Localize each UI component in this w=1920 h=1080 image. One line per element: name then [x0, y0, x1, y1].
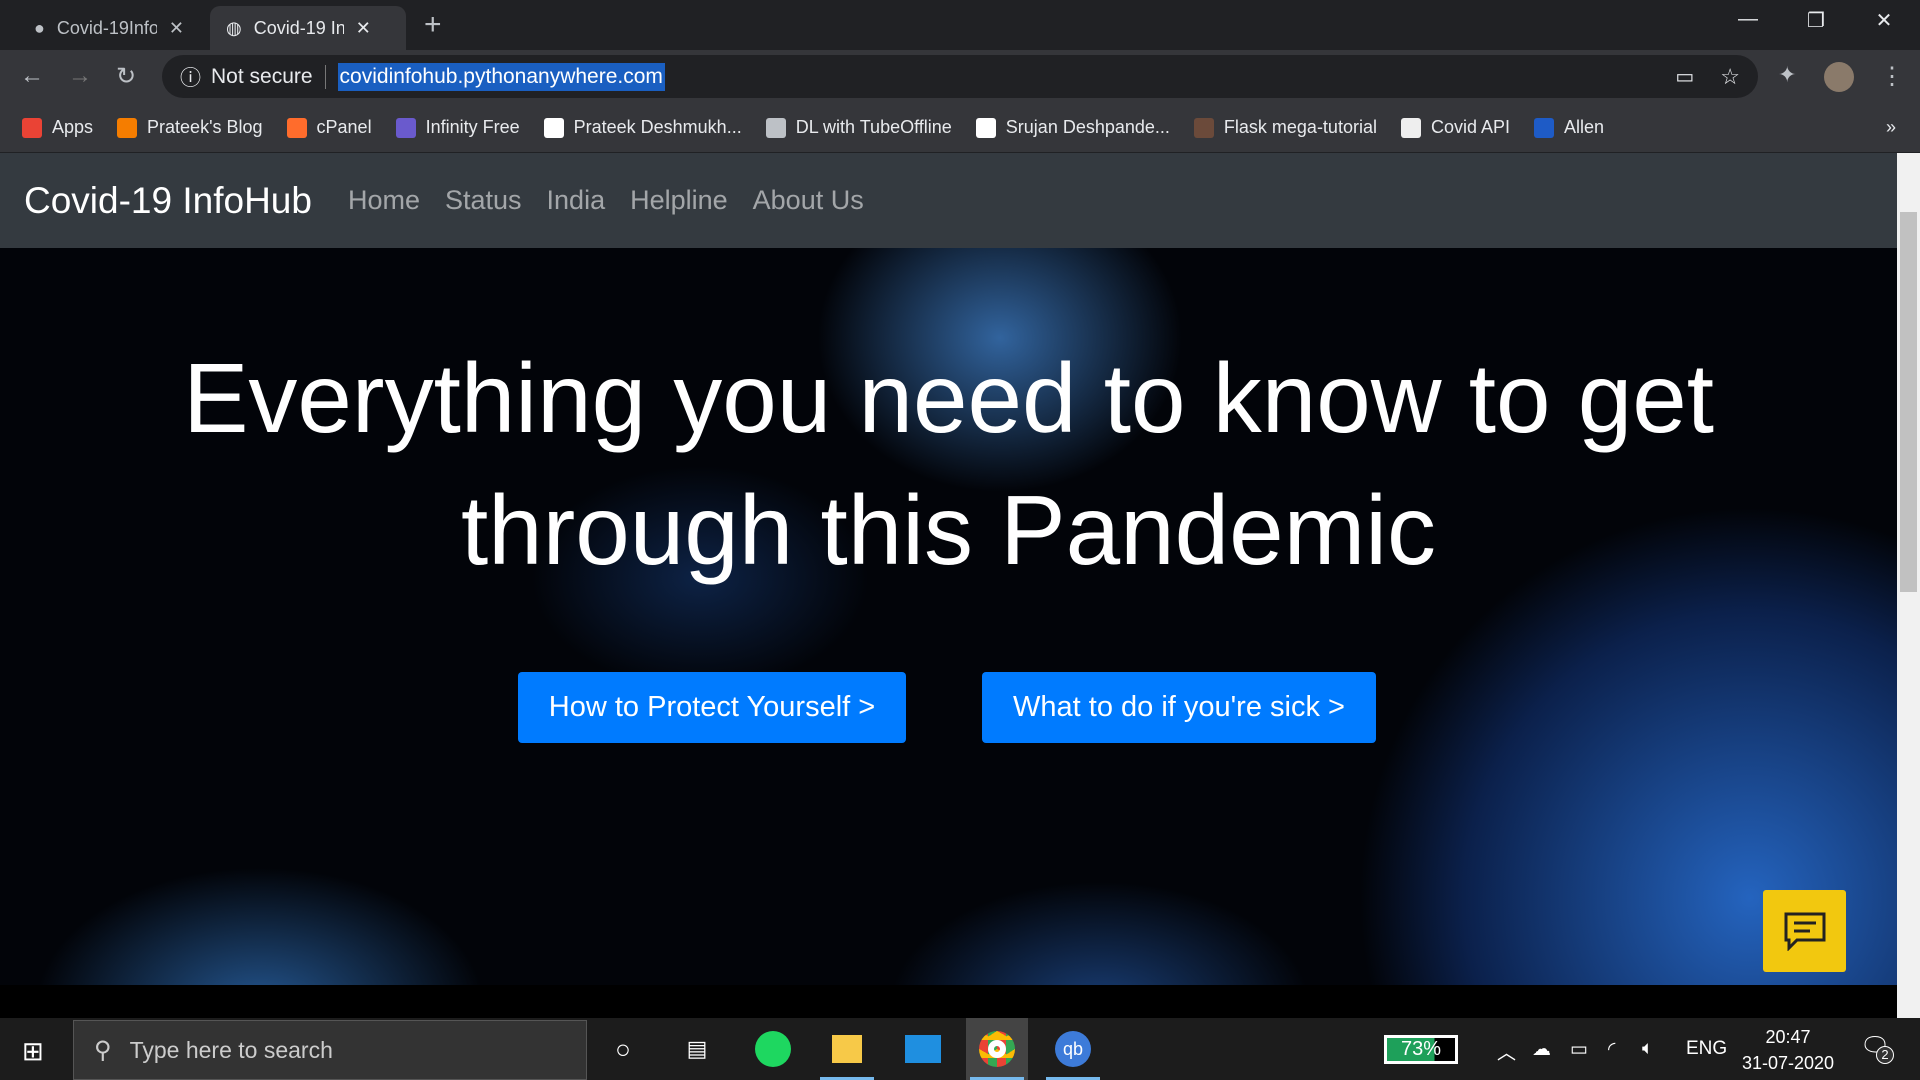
chat-icon — [1784, 912, 1825, 951]
security-label[interactable]: Not secure — [211, 65, 313, 89]
windows-taskbar: ⊞ ⚲ Type here to search ○ ▤ qb 73% ︿ ☁ ▭… — [0, 1018, 1920, 1080]
back-icon[interactable]: ← — [20, 62, 44, 90]
nav-about-us[interactable]: About Us — [753, 185, 864, 216]
wifi-icon[interactable]: ◜ — [1608, 1038, 1615, 1061]
bookmark-apps[interactable]: Apps — [22, 117, 93, 138]
clock[interactable]: 20:47 31-07-2020 — [1738, 1024, 1838, 1076]
nav-helpline[interactable]: Helpline — [630, 185, 728, 216]
tab-covid-infohub[interactable]: ◍ Covid-19 InfoHub ✕ — [210, 6, 406, 50]
tab-github[interactable]: ● Covid-19InfoHub ✕ — [18, 6, 200, 50]
browser-toolbar: ← → ↻ ⓘ Not secure covidinfohub.pythonan… — [0, 50, 1920, 103]
bookmark-label: Flask mega-tutorial — [1223, 117, 1377, 137]
nav-home[interactable]: Home — [348, 185, 420, 216]
bookmark-flask-mega-tutorial[interactable]: Flask mega-tutorial — [1193, 117, 1377, 138]
qbittorrent-icon[interactable]: qb — [1042, 1018, 1104, 1080]
more-bookmarks-icon[interactable]: » — [1886, 117, 1896, 138]
allen-icon — [1534, 117, 1555, 138]
close-tab-icon[interactable]: ✕ — [356, 18, 371, 39]
cube-icon — [1400, 117, 1421, 138]
language-indicator[interactable]: ENG — [1686, 1038, 1727, 1060]
battery-percent: 73% — [1400, 1038, 1442, 1060]
forward-icon[interactable]: → — [68, 62, 92, 90]
globe-icon — [765, 117, 786, 138]
extensions-icon[interactable]: ✦ — [1778, 62, 1796, 88]
show-hidden-icons[interactable]: ︿ — [1497, 1038, 1516, 1065]
battery-indicator[interactable]: 73% — [1384, 1035, 1458, 1064]
cast-icon[interactable]: ▭ — [1675, 64, 1694, 89]
minimize-button[interactable]: — — [1718, 8, 1778, 31]
bookmark-prateek-deshmukh[interactable]: Prateek Deshmukh... — [543, 117, 742, 138]
bookmark-allen[interactable]: Allen — [1534, 117, 1604, 138]
nav-india[interactable]: India — [547, 185, 606, 216]
bookmark-label: Infinity Free — [425, 117, 520, 137]
cortana-icon[interactable]: ○ — [592, 1028, 654, 1070]
profile-avatar[interactable] — [1824, 62, 1854, 92]
divider — [324, 64, 326, 89]
bookmark-label: Prateek's Blog — [147, 117, 263, 137]
close-window-button[interactable]: ✕ — [1854, 8, 1914, 33]
if-sick-button[interactable]: What to do if you're sick > — [982, 672, 1376, 743]
bookmark-infinity-free[interactable]: Infinity Free — [395, 117, 520, 138]
search-placeholder: Type here to search — [129, 1036, 333, 1063]
bookmark-prateek-s-blog[interactable]: Prateek's Blog — [117, 117, 263, 138]
scrollbar-thumb[interactable] — [1900, 212, 1917, 592]
codepen-icon — [975, 117, 996, 138]
date: 31-07-2020 — [1741, 1053, 1835, 1073]
bookmark-label: Apps — [52, 117, 94, 137]
notification-count: 2 — [1876, 1046, 1894, 1064]
windows-start-icon[interactable]: ⊞ — [22, 1036, 44, 1067]
action-center-icon[interactable]: 🗨︎ 2 — [1860, 1032, 1894, 1064]
apps-grid-icon — [22, 117, 42, 138]
bookmarks-bar: Apps Prateek's Blog cPanel Infinity Free Pra… — [0, 103, 1920, 153]
headline-line-1: Everything you need to know to get — [183, 343, 1714, 453]
bookmark-dl-with-tubeoffline[interactable]: DL with TubeOffline — [765, 117, 952, 138]
close-tab-icon[interactable]: ✕ — [169, 18, 184, 39]
chrome-icon[interactable] — [966, 1018, 1028, 1080]
file-explorer-icon[interactable] — [816, 1018, 878, 1080]
search-icon: ⚲ — [94, 1036, 112, 1064]
restore-button[interactable]: ❐ — [1786, 8, 1846, 33]
nav-status[interactable]: Status — [445, 185, 522, 216]
reload-icon[interactable]: ↻ — [116, 62, 136, 91]
hero-section: Everything you need to know to get throu… — [0, 248, 1897, 985]
headline-line-2: through this Pandemic — [460, 475, 1437, 585]
bookmark-srujan-deshpande[interactable]: Srujan Deshpande... — [975, 117, 1170, 138]
bookmark-label: Prateek Deshmukh... — [573, 117, 742, 137]
battery-icon[interactable]: ▭ — [1570, 1038, 1588, 1061]
cpanel-icon — [286, 117, 307, 138]
chat-button[interactable] — [1763, 890, 1846, 972]
star-icon[interactable]: ☆ — [1720, 64, 1740, 90]
tab-strip: ● Covid-19InfoHub ✕ ◍ Covid-19 InfoHub ✕… — [0, 0, 1920, 50]
spotify-icon[interactable] — [742, 1028, 804, 1070]
bookmark-label: DL with TubeOffline — [795, 117, 952, 137]
bookmark-covid-api[interactable]: Covid API — [1400, 117, 1511, 138]
hero-headline: Everything you need to know to get throu… — [0, 332, 1897, 596]
blogger-icon — [117, 117, 138, 138]
new-tab-button[interactable]: + — [424, 8, 442, 42]
time: 20:47 — [1765, 1027, 1811, 1047]
url-text[interactable]: covidinfohub.pythonanywhere.com — [337, 62, 665, 91]
site-brand[interactable]: Covid-19 InfoHub — [24, 180, 312, 222]
task-view-icon[interactable]: ▤ — [666, 1028, 728, 1070]
menu-icon[interactable]: ⋮ — [1880, 62, 1904, 91]
page-bottom — [0, 985, 1897, 1018]
codepen-icon — [543, 117, 564, 138]
bookmark-label: cPanel — [316, 117, 372, 137]
protect-yourself-button[interactable]: How to Protect Yourself > — [518, 672, 906, 743]
bookmark-label: Allen — [1564, 117, 1605, 137]
bookmark-cpanel[interactable]: cPanel — [286, 117, 372, 138]
onedrive-icon[interactable]: ☁ — [1532, 1038, 1551, 1061]
bookmark-label: Covid API — [1430, 117, 1511, 137]
volume-icon[interactable]: 🔈︎ — [1642, 1038, 1653, 1060]
mail-icon[interactable] — [892, 1028, 954, 1070]
github-icon: ● — [34, 17, 45, 38]
taskbar-search[interactable]: ⚲ Type here to search — [73, 1020, 587, 1080]
site-navbar: Covid-19 InfoHub Home Status India Helpl… — [0, 153, 1897, 248]
bookmark-label: Srujan Deshpande... — [1005, 117, 1170, 137]
infinity-icon — [395, 117, 416, 138]
info-icon[interactable]: ⓘ — [180, 62, 201, 92]
avatar-icon — [1193, 117, 1214, 138]
address-bar[interactable]: ⓘ Not secure covidinfohub.pythonanywhere… — [162, 55, 1758, 98]
globe-icon: ◍ — [226, 17, 242, 38]
